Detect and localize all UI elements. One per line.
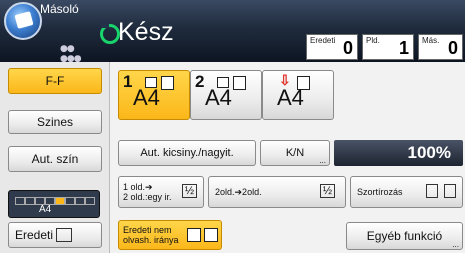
other-functions-label: Egyéb funkció	[366, 229, 443, 243]
copier-logo-icon	[4, 2, 42, 40]
counter-value: 0	[342, 38, 353, 58]
density-cell	[15, 197, 25, 205]
job-dots-icon: ●● ●●●	[60, 44, 82, 64]
color-button[interactable]: Szines	[8, 110, 102, 134]
auto-color-button[interactable]: Aut. szín	[8, 146, 102, 172]
original-orientation-button[interactable]: Eredeti nem olvash. iránya	[118, 220, 222, 250]
duplex-line-2: 2 old.:egy ir.	[123, 192, 172, 202]
kn-label: K/N	[285, 147, 305, 159]
tray-paper-size: A4	[205, 85, 232, 110]
orientation-icon	[204, 228, 218, 242]
density-cell	[85, 197, 95, 205]
bypass-tray[interactable]: ⇩ A4	[262, 70, 334, 120]
duplex-icon: ½	[319, 184, 335, 198]
orientation-line-2: olvash. iránya	[123, 235, 179, 245]
density-paper-label: A4	[39, 204, 52, 215]
density-indicator[interactable]: A4	[8, 190, 100, 218]
originals-counter: Eredeti 0	[306, 34, 358, 60]
counter-value: 0	[447, 38, 458, 58]
original-type-icon	[56, 228, 73, 242]
paper-tray-2[interactable]: 2 A4	[190, 70, 262, 120]
ready-icon-gap	[101, 20, 109, 28]
duplex-icon: ½	[181, 184, 197, 198]
density-cell	[75, 197, 85, 205]
original-button[interactable]: Eredeti	[8, 222, 102, 248]
other-functions-button[interactable]: Egyéb funkció ...	[346, 222, 463, 250]
two-to-two-sided-button[interactable]: 2old.➔2old. ½	[208, 176, 346, 208]
tray-number: 2	[195, 72, 205, 91]
auto-reduce-enlarge-button[interactable]: Aut. kicsiny./nagyit.	[118, 140, 256, 166]
other-counter: Más. 0	[418, 34, 463, 60]
density-cell	[25, 197, 35, 205]
counter-value: 1	[398, 38, 409, 58]
other-functions-more: ...	[452, 240, 459, 249]
two-sided-label: 2old.➔2old.	[215, 187, 262, 197]
zoom-display: 100%	[334, 140, 463, 166]
orientation-icon	[187, 228, 201, 242]
counter-label: Eredeti	[310, 36, 336, 45]
sort-stack-icon	[444, 184, 456, 198]
copies-counter: Pld. 1	[362, 34, 414, 60]
one-to-two-sided-button[interactable]: 1 old.➔ 2 old.:egy ir. ½	[118, 176, 204, 208]
ff-mode-button[interactable]: F-F	[8, 68, 102, 94]
kn-more: ...	[319, 156, 326, 165]
duplex-line-1: 1 old.➔	[123, 182, 153, 192]
orientation-line-1: Eredeti nem	[123, 225, 172, 235]
tray-paper-size: A4	[277, 85, 304, 110]
kn-button[interactable]: K/N ...	[260, 140, 330, 166]
sheet-icon	[161, 76, 174, 90]
app-title: Másoló	[40, 2, 79, 16]
original-label: Eredeti	[15, 228, 54, 242]
sort-stack-icon	[426, 184, 438, 198]
density-cell	[55, 197, 65, 205]
paper-tray-1[interactable]: 1 A4	[118, 70, 190, 120]
tray-paper-size: A4	[133, 85, 160, 110]
counter-label: Pld.	[366, 36, 380, 45]
copy-sheet-icon	[14, 11, 34, 29]
tray-number: 1	[123, 72, 133, 91]
density-cell	[65, 197, 75, 205]
status-text: Kész	[118, 18, 174, 46]
sort-label: Szortírozás	[357, 187, 403, 197]
counter-label: Más.	[422, 36, 440, 45]
sheet-icon	[233, 76, 246, 90]
sort-button[interactable]: Szortírozás	[350, 176, 463, 208]
